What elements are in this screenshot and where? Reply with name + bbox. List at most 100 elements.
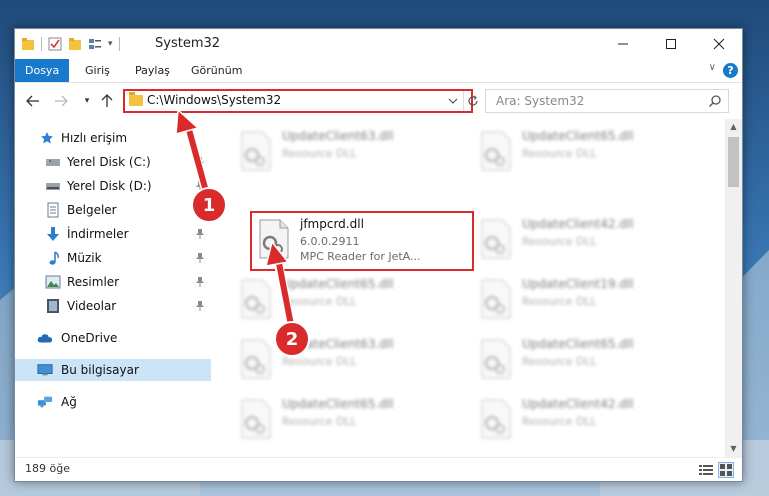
dll-file-icon: [481, 339, 511, 379]
tab-view[interactable]: Görünüm: [181, 59, 252, 82]
nav-item-disk-c[interactable]: Yerel Disk (C:): [15, 151, 211, 173]
file-name: jfmpcrd.dll: [300, 217, 364, 231]
nav-item-label: Ağ: [61, 395, 77, 409]
videos-icon: [45, 298, 61, 314]
search-icon[interactable]: [708, 94, 722, 108]
pin-icon[interactable]: [195, 276, 205, 288]
customize-toolbar-icon[interactable]: ▾: [108, 39, 113, 49]
forward-button[interactable]: [51, 91, 71, 111]
pin-icon[interactable]: [195, 156, 205, 168]
nav-item-label: İndirmeler: [67, 227, 129, 241]
file-tile[interactable]: UpdateClient63.dll Resource DLL: [234, 125, 444, 177]
search-box[interactable]: Ara: System32: [485, 89, 729, 113]
file-type: Resource DLL: [282, 415, 357, 428]
address-path[interactable]: C:\Windows\System32: [147, 93, 281, 107]
pictures-icon: [45, 274, 61, 290]
pin-icon[interactable]: [195, 204, 205, 216]
music-icon: [45, 250, 61, 266]
details-view-icon: [699, 465, 713, 475]
nav-item-label: Videolar: [67, 299, 117, 313]
star-icon: [39, 130, 55, 146]
details-view-button[interactable]: [698, 462, 714, 478]
nav-item-network[interactable]: Ağ: [15, 391, 211, 413]
file-type: Resource DLL: [282, 147, 357, 160]
title-bar: ▾ System32: [15, 29, 742, 59]
explorer-window: ▾ System32 Dosya Giriş Paylaş Görünüm ∨ …: [14, 28, 743, 482]
file-version: 6.0.0.2911: [300, 235, 360, 248]
tab-file[interactable]: Dosya: [15, 59, 70, 82]
view-options-icon[interactable]: [88, 37, 102, 51]
file-type: Resource DLL: [522, 415, 597, 428]
file-tile[interactable]: UpdateClient65.dll Resource DLL: [474, 125, 684, 177]
properties-icon[interactable]: [48, 37, 62, 51]
recent-locations-button[interactable]: ▾: [77, 91, 97, 111]
pin-icon[interactable]: [195, 252, 205, 264]
nav-item-downloads[interactable]: İndirmeler: [15, 223, 211, 245]
tiles-view-button[interactable]: [718, 462, 734, 478]
tab-home[interactable]: Giriş: [75, 59, 120, 82]
nav-item-onedrive[interactable]: OneDrive: [15, 327, 211, 349]
tab-share[interactable]: Paylaş: [125, 59, 180, 82]
nav-item-pictures[interactable]: Resimler: [15, 271, 211, 293]
refresh-button[interactable]: [463, 91, 482, 111]
file-name: UpdateClient65.dll: [522, 337, 634, 351]
file-type: Resource DLL: [522, 355, 597, 368]
file-tile[interactable]: UpdateClient19.dll Resource DLL: [474, 273, 684, 325]
nav-item-disk-d[interactable]: Yerel Disk (D:): [15, 175, 211, 197]
drive-c-icon: [45, 154, 61, 170]
nav-item-videos[interactable]: Videolar: [15, 295, 211, 317]
nav-item-documents[interactable]: Belgeler: [15, 199, 211, 221]
scroll-up-icon[interactable]: ▲: [725, 119, 742, 135]
dll-file-icon: [241, 399, 271, 439]
nav-item-label: Yerel Disk (D:): [67, 179, 152, 193]
computer-icon: [37, 362, 53, 378]
minimize-button[interactable]: [600, 29, 646, 59]
new-folder-icon[interactable]: [68, 37, 82, 51]
refresh-icon: [468, 95, 478, 106]
nav-item-label: Yerel Disk (C:): [67, 155, 151, 169]
nav-item-label: Belgeler: [67, 203, 117, 217]
search-input[interactable]: Ara: System32: [496, 94, 584, 108]
back-button[interactable]: [23, 91, 43, 111]
file-type: Resource DLL: [522, 147, 597, 160]
vertical-scrollbar[interactable]: ▲ ▼: [725, 119, 742, 457]
status-bar: 189 öğe: [15, 457, 742, 481]
file-name: UpdateClient65.dll: [522, 129, 634, 143]
drive-d-icon: [45, 178, 61, 194]
file-name: UpdateClient42.dll: [522, 397, 634, 411]
file-name: UpdateClient63.dll: [282, 129, 394, 143]
scroll-down-icon[interactable]: ▼: [725, 441, 742, 457]
forward-arrow-icon: [55, 95, 68, 107]
help-icon[interactable]: ?: [723, 63, 738, 78]
up-arrow-icon: [101, 94, 113, 107]
file-tile[interactable]: UpdateClient42.dll Resource DLL: [474, 393, 684, 445]
pin-icon[interactable]: [195, 180, 205, 192]
file-type: Resource DLL: [522, 235, 597, 248]
file-tile[interactable]: UpdateClient65.dll Resource DLL: [234, 273, 444, 325]
pin-icon[interactable]: [195, 300, 205, 312]
pin-icon[interactable]: [195, 228, 205, 240]
nav-item-music[interactable]: Müzik: [15, 247, 211, 269]
file-name: UpdateClient63.dll: [282, 337, 394, 351]
dll-file-icon: [241, 339, 271, 379]
file-description: MPC Reader for JetA...: [300, 250, 421, 263]
file-tile[interactable]: UpdateClient63.dll Resource DLL: [234, 333, 444, 385]
toolbar-separator: [41, 37, 42, 51]
nav-item-label: Bu bilgisayar: [61, 363, 139, 377]
close-button[interactable]: [696, 29, 742, 59]
minimize-icon: [618, 43, 628, 45]
file-tile[interactable]: UpdateClient65.dll Resource DLL: [234, 393, 444, 445]
file-tile-highlighted[interactable]: jfmpcrd.dll 6.0.0.2911 MPC Reader for Je…: [250, 211, 474, 271]
file-list: UpdateClient63.dll Resource DLL UpdateCl…: [212, 119, 725, 457]
expand-ribbon-icon[interactable]: ∨: [709, 62, 716, 73]
maximize-button[interactable]: [648, 29, 694, 59]
nav-item-this-pc[interactable]: Bu bilgisayar: [15, 359, 211, 381]
back-arrow-icon: [26, 95, 39, 107]
scroll-thumb[interactable]: [728, 137, 739, 187]
up-button[interactable]: [97, 91, 117, 111]
file-tile[interactable]: UpdateClient42.dll Resource DLL: [474, 213, 684, 265]
file-tile[interactable]: UpdateClient65.dll Resource DLL: [474, 333, 684, 385]
address-history-dropdown[interactable]: [447, 91, 459, 114]
address-bar[interactable]: C:\Windows\System32: [123, 89, 478, 114]
nav-item-quick-access[interactable]: Hızlı erişim: [15, 127, 211, 149]
